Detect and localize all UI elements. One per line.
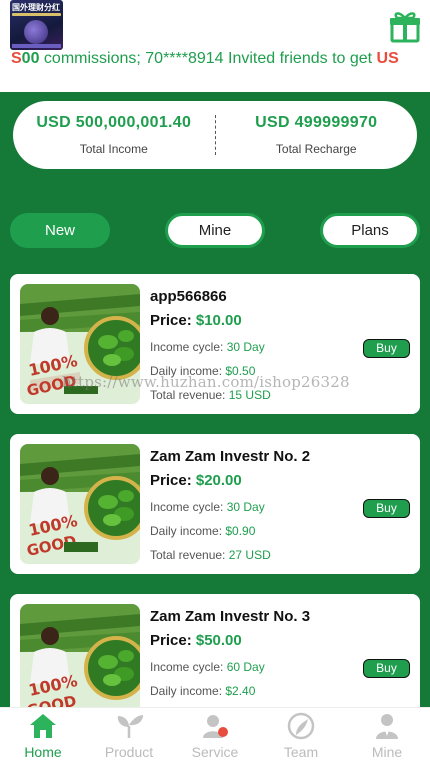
product-image: 100% GOOD	[20, 604, 140, 724]
logo-figure	[24, 20, 48, 44]
price-label: Price:	[150, 312, 196, 329]
price-label: Price:	[150, 632, 196, 649]
marquee-text: commissions; 70****8914 Invited friends …	[39, 50, 377, 67]
announcement-marquee: S00 commissions; 70****8914 Invited frie…	[0, 47, 430, 71]
total-revenue-value: 27 USD	[228, 548, 271, 562]
nav-service-label: Service	[191, 744, 239, 760]
sprout-icon	[117, 715, 143, 738]
total-income-value: USD 500,000,001.40	[36, 114, 192, 131]
daily-income-label: Daily income:	[150, 684, 226, 698]
product-info: Zam Zam Investr No. 3 Price: $50.00 Inco…	[150, 606, 410, 700]
marquee-num: 00	[21, 50, 40, 67]
user-icon	[376, 714, 398, 739]
buy-button[interactable]: Buy	[363, 499, 410, 518]
daily-income: Daily income: $2.40	[150, 683, 410, 700]
main-content: USD 500,000,001.40 Total Income USD 4999…	[0, 92, 430, 734]
product-name: Zam Zam Investr No. 3	[150, 608, 311, 625]
logo-text: 国外理财分红	[12, 3, 60, 12]
price-value: $50.00	[195, 632, 242, 649]
nav-product[interactable]: Product	[86, 708, 172, 762]
daily-income-value: $2.40	[225, 684, 256, 698]
product-image: 100% GOOD	[20, 444, 140, 564]
daily-income: Daily income: $0.90	[150, 523, 410, 540]
price-label: Price:	[150, 472, 196, 489]
income-cycle-value: 60 Day	[226, 660, 265, 674]
daily-income-value: $0.90	[225, 524, 256, 538]
total-recharge-value: USD 499999970	[255, 114, 378, 131]
income-cycle-value: 30 Day	[226, 500, 265, 514]
product-name: Zam Zam Investr No. 2	[150, 448, 311, 465]
tab-mine[interactable]: Mine	[165, 213, 265, 248]
nav-team-label: Team	[283, 744, 319, 760]
gift-icon[interactable]	[389, 9, 421, 43]
income-cycle-label: Income cycle:	[150, 660, 227, 674]
logo-decoration	[12, 13, 61, 16]
price-value: $10.00	[195, 312, 242, 329]
product-price: Price: $10.00	[150, 310, 410, 332]
total-income-label: Total Income	[79, 142, 148, 156]
total-revenue-label: Total revenue:	[150, 548, 229, 562]
daily-income-label: Daily income:	[150, 524, 226, 538]
buy-button[interactable]: Buy	[363, 339, 410, 358]
tab-new[interactable]: New	[10, 213, 110, 248]
product-price: Price: $50.00	[150, 630, 410, 652]
product-name: app566866	[150, 288, 227, 305]
product-photo: 100% GOOD	[20, 604, 140, 724]
nav-home[interactable]: Home	[0, 708, 86, 762]
app-logo: 国外理财分红	[10, 0, 63, 50]
nav-team[interactable]: Team	[258, 708, 344, 762]
watermark-text: https://www.huzhan.com/ishop26328	[62, 373, 350, 391]
income-cycle-value: 30 Day	[226, 340, 265, 354]
top-header: 国外理财分红 S00 commissions; 70****8914 Invit…	[0, 0, 430, 92]
tab-plans[interactable]: Plans	[320, 213, 420, 248]
product-photo: 100% GOOD	[20, 444, 140, 564]
marquee-lead: S	[11, 50, 22, 67]
service-icon	[203, 715, 228, 738]
bottom-nav: Home Product Service Team Mine	[0, 707, 430, 762]
team-icon	[287, 712, 315, 740]
stats-panel: USD 500,000,001.40 Total Income USD 4999…	[13, 101, 417, 169]
nav-mine-label: Mine	[371, 744, 403, 760]
home-icon	[30, 714, 56, 738]
income-cycle-label: Income cycle:	[150, 500, 227, 514]
price-value: $20.00	[195, 472, 242, 489]
buy-button[interactable]: Buy	[363, 659, 410, 678]
income-cycle-label: Income cycle:	[150, 340, 227, 354]
product-price: Price: $20.00	[150, 470, 410, 492]
marquee-tail: US	[376, 50, 399, 67]
product-card[interactable]: 100% GOOD app566866 Price: $10.00 Income…	[10, 274, 420, 414]
nav-service[interactable]: Service	[172, 708, 258, 762]
nav-home-label: Home	[24, 744, 62, 760]
total-recharge-label: Total Recharge	[275, 142, 357, 156]
total-income-stat: USD 500,000,001.40 Total Income	[13, 101, 215, 169]
total-revenue: Total revenue: 27 USD	[150, 547, 410, 564]
nav-mine[interactable]: Mine	[344, 708, 430, 762]
filter-tabs: New Mine Plans	[0, 213, 430, 249]
nav-product-label: Product	[104, 744, 154, 760]
product-card[interactable]: 100% GOOD Zam Zam Investr No. 2 Price: $…	[10, 434, 420, 574]
total-recharge-stat: USD 499999970 Total Recharge	[216, 101, 418, 169]
